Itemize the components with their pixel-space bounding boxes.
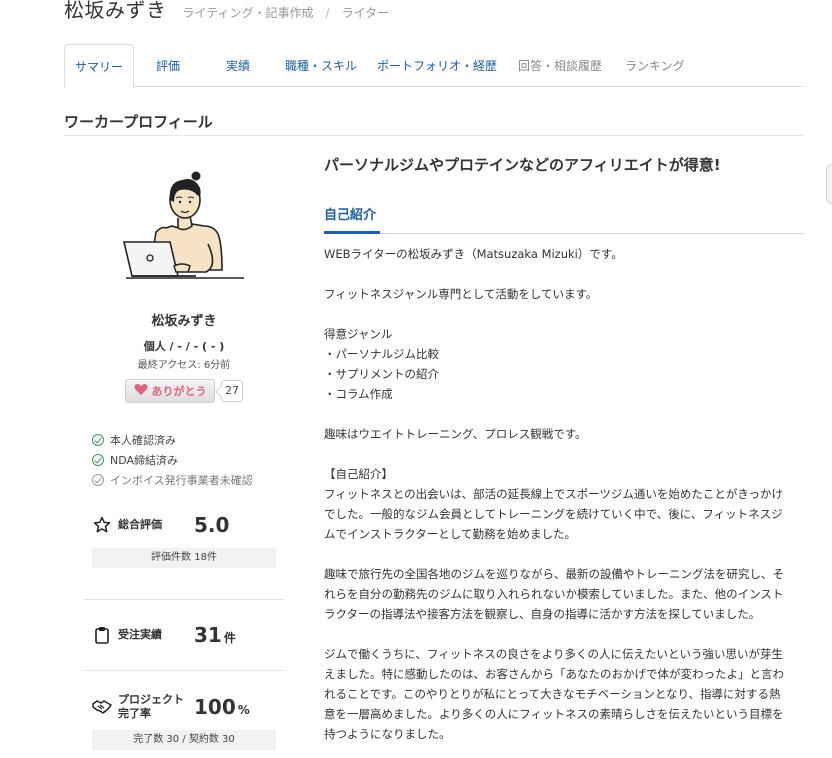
verification-item: NDA締結済み	[92, 450, 292, 470]
worker-type: 個人 / - / - ( - )	[143, 340, 225, 353]
intro-line: 得意ジャンル	[324, 327, 393, 341]
divider	[84, 670, 284, 671]
catchphrase: パーソナルジムやプロテインなどのアフィリエイトが得意!	[324, 156, 721, 174]
intro-line: えました。特に感動したのは、お客さんから「あなたのおかげで体が変わったよ」と言わ	[324, 667, 784, 681]
page-header: 松坂みずき ライティング・記事作成 / ライター	[64, 0, 389, 26]
side-handle[interactable]	[826, 164, 832, 204]
verification-list: 本人確認済み NDA締結済み インボイス発行事業者未確認	[92, 430, 292, 490]
rating-count[interactable]: 評価件数 18件	[92, 548, 276, 568]
intro-title: 自己紹介	[324, 204, 381, 234]
intro-line: 意を一層高めました。より多くの人にフィットネスの素晴らしさを伝えたいという目標を	[324, 707, 784, 721]
intro-line: れらを自分の勤務先のジムに取り入れられないか模索していました。また、他のインスト	[324, 587, 784, 601]
intro-line: フィットネスとの出会いは、部活の延長線上でスポーツジム通いを始めたことがきっかけ	[324, 487, 783, 501]
verification-item: インボイス発行事業者未確認	[92, 470, 292, 490]
intro-line: でした。一般的なジム会員としてトレーニングを続けていく中で、後に、フィットネスジ	[324, 507, 783, 521]
intro-line: ・サプリメントの紹介	[324, 367, 439, 381]
intro-line	[324, 624, 804, 644]
tab-rating[interactable]: 評価	[156, 44, 180, 87]
worker-name: 松坂みずき	[151, 314, 217, 329]
check-circle-icon	[92, 474, 104, 486]
intro-line	[324, 304, 804, 324]
verification-item: 本人確認済み	[92, 430, 292, 450]
tab-ranking[interactable]: ランキング	[625, 44, 685, 87]
intro-header: 自己紹介	[324, 204, 804, 234]
breadcrumb-category[interactable]: ライティング・記事作成	[183, 4, 314, 21]
handshake-icon	[92, 697, 112, 717]
avatar	[122, 166, 246, 290]
orders-label: 受注実績	[118, 628, 162, 641]
verification-label: NDA締結済み	[110, 454, 179, 467]
completion-count: 完了数 30 / 契約数 30	[92, 730, 276, 750]
check-circle-icon	[92, 434, 104, 446]
worker-name-title: 松坂みずき	[64, 0, 167, 22]
intro-line	[324, 404, 804, 424]
clipboard-icon	[92, 625, 112, 645]
intro-line: 趣味で旅行先の全国各地のジムを巡りながら、最新の設備やトレーニング法を研究し、そ	[324, 567, 784, 581]
intro-line: ラクターの指導法や接客方法を観察し、自身の指導に活かす方法を探していました。	[324, 607, 761, 621]
rating-label: 総合評価	[118, 518, 162, 531]
verification-label: 本人確認済み	[110, 434, 176, 447]
intro-line	[324, 544, 804, 564]
verification-label[interactable]: インボイス発行事業者未確認	[110, 472, 253, 488]
intro-line: フィットネスジャンル専門として活動をしています。	[324, 287, 598, 301]
heart-icon	[133, 383, 148, 399]
intro-line: 【自己紹介】	[324, 467, 393, 481]
thanks-widget: ありがとう 27	[125, 379, 243, 403]
rating-stat: 総合評価 5.0 評価件数 18件	[84, 510, 284, 568]
thanks-count: 27	[221, 380, 243, 402]
intro-line: ・パーソナルジム比較	[324, 347, 439, 361]
completion-value: 100%	[194, 695, 250, 719]
breadcrumb-role[interactable]: ライター	[342, 4, 390, 21]
intro-line: WEBライターの松坂みずき（Matsuzaka Mizuki）です。	[324, 247, 623, 261]
tab-answer-history[interactable]: 回答・相談履歴	[518, 44, 602, 87]
intro-line: ジムで働くうちに、フィットネスの良さをより多くの人に伝えたいという強い思いが芽生	[324, 647, 783, 661]
section-title: ワーカープロフィール	[64, 111, 804, 136]
intro-line: ・コラム作成	[324, 387, 393, 401]
thanks-button[interactable]: ありがとう	[125, 379, 215, 403]
last-access: 最終アクセス: 6分前	[137, 360, 231, 371]
intro-line: ムでインストラクターとして勤務を始めました。	[324, 527, 576, 541]
intro-line	[324, 264, 804, 284]
intro-line	[324, 444, 804, 464]
tab-skills[interactable]: 職種・スキル	[285, 44, 357, 87]
profile-main: パーソナルジムやプロテインなどのアフィリエイトが得意! 自己紹介 WEBライター…	[324, 154, 804, 741]
star-icon	[92, 515, 112, 535]
orders-value: 31 件	[194, 623, 236, 647]
profile-tabs: サマリー 評価 実績 職種・スキル ポートフォリオ・経歴 回答・相談履歴 ランキ…	[64, 44, 804, 88]
rating-value: 5.0	[194, 513, 230, 537]
intro-line: 趣味はウエイトトレーニング、プロレス観戦です。	[324, 427, 587, 441]
tab-summary[interactable]: サマリー	[64, 44, 134, 88]
intro-text: WEBライターの松坂みずき（Matsuzaka Mizuki）です。 フィットネス…	[324, 244, 804, 744]
completion-label: プロジェクト完了率	[118, 693, 184, 720]
intro-line: 持つようになりました。	[324, 727, 451, 741]
tab-achievements[interactable]: 実績	[226, 44, 250, 87]
check-circle-icon	[92, 454, 104, 466]
tab-portfolio[interactable]: ポートフォリオ・経歴	[377, 44, 497, 87]
completion-stat: プロジェクト完了率 100% 完了数 30 / 契約数 30	[84, 692, 284, 750]
breadcrumb-separator: /	[325, 6, 330, 20]
orders-stat: 受注実績 31 件	[84, 620, 284, 650]
intro-line: れることです。このやりとりが私にとって大きなモチベーションとなり、指導に対する熱	[324, 687, 781, 701]
divider	[84, 599, 284, 600]
thanks-label: ありがとう	[151, 385, 207, 398]
